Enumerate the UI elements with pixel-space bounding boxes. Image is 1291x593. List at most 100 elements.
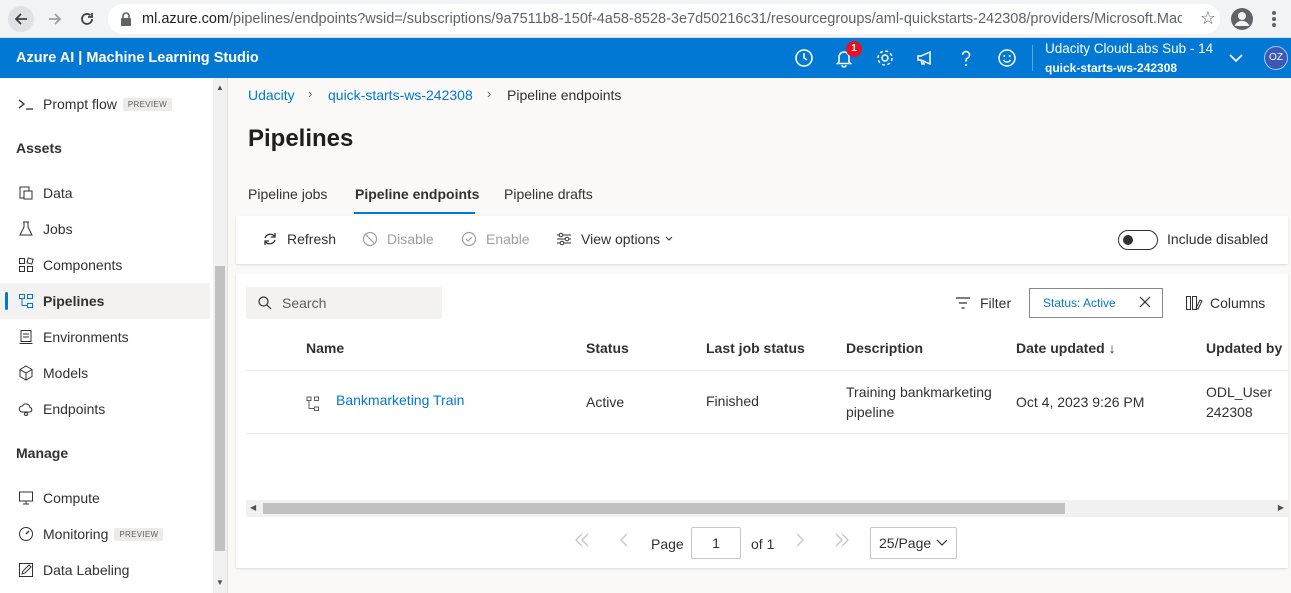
- horizontal-scrollbar[interactable]: ◀ ▶: [246, 500, 1288, 517]
- url-path: /pipelines/endpoints?wsid=/subscriptions…: [229, 11, 1182, 27]
- sidebar-item-endpoints[interactable]: Endpoints: [0, 391, 210, 427]
- scrollbar-thumb[interactable]: [215, 266, 225, 551]
- next-page-icon[interactable]: [790, 530, 810, 550]
- sidebar-item-models[interactable]: Models: [0, 355, 210, 391]
- column-header-description[interactable]: Description: [846, 340, 923, 356]
- sidebar-item-label: Monitoring: [43, 526, 109, 542]
- column-header-date-updated[interactable]: Date updated ↓: [1016, 340, 1116, 356]
- sidebar-item-label: Components: [43, 257, 123, 273]
- scroll-right-arrow-icon[interactable]: ▶: [1278, 503, 1284, 512]
- tab-pipeline-endpoints[interactable]: Pipeline endpoints: [355, 186, 479, 202]
- sidebar-scrollbar[interactable]: ▲ ▼: [213, 78, 227, 593]
- components-grid-icon: [17, 256, 35, 274]
- sidebar-heading-assets: Assets: [16, 140, 62, 156]
- app-title[interactable]: Azure AI | Machine Learning Studio: [16, 50, 259, 66]
- sidebar-item-label: Pipelines: [43, 293, 105, 309]
- sidebar-item-compute[interactable]: Compute: [0, 480, 210, 516]
- page-label: Page: [651, 536, 684, 552]
- last-page-icon[interactable]: [832, 530, 852, 550]
- sidebar-item-environments[interactable]: Environments: [0, 319, 210, 355]
- filter-label: Filter: [980, 295, 1012, 311]
- page-count-label: of 1: [751, 536, 775, 552]
- filter-button[interactable]: Filter: [955, 295, 1011, 311]
- feedback-megaphone-icon[interactable]: [915, 48, 935, 68]
- header-divider: [1032, 45, 1033, 71]
- first-page-icon[interactable]: [572, 530, 592, 550]
- include-disabled-toggle[interactable]: [1118, 230, 1158, 250]
- row-last-job-status: Finished: [706, 393, 759, 409]
- check-circle-icon: [461, 231, 477, 247]
- bookmark-star-icon[interactable]: ☆: [1200, 8, 1216, 29]
- column-header-name[interactable]: Name: [306, 340, 344, 356]
- filter-icon: [956, 297, 970, 309]
- previous-page-icon[interactable]: [614, 530, 634, 550]
- flask-icon: [17, 220, 35, 238]
- profile-icon[interactable]: [1230, 7, 1254, 31]
- address-bar[interactable]: ml.azure.com/pipelines/endpoints?wsid=/s…: [108, 4, 1220, 34]
- refresh-icon: [262, 231, 278, 247]
- column-header-status[interactable]: Status: [586, 340, 629, 356]
- scroll-down-arrow-icon[interactable]: ▼: [216, 578, 224, 587]
- sidebar-item-data-labeling[interactable]: Data Labeling: [0, 552, 210, 588]
- sidebar-item-components[interactable]: Components: [0, 247, 210, 283]
- disable-label: Disable: [387, 231, 434, 247]
- scroll-left-arrow-icon[interactable]: ◀: [250, 503, 256, 512]
- refresh-button[interactable]: Refresh: [262, 231, 336, 247]
- subscription-name[interactable]: Udacity CloudLabs Sub - 14: [1045, 41, 1213, 56]
- sidebar-item-label: Environments: [43, 329, 129, 345]
- sidebar-item-label: Prompt flow: [43, 96, 117, 112]
- workspace-name[interactable]: quick-starts-ws-242308: [1045, 61, 1177, 75]
- left-nav: Prompt flow PREVIEW Assets Data Jobs Com…: [0, 78, 228, 593]
- prompt-flow-icon: [17, 95, 35, 113]
- sidebar-item-pipelines[interactable]: Pipelines: [0, 283, 210, 319]
- chevron-down-icon[interactable]: [1226, 48, 1246, 68]
- breadcrumb-udacity[interactable]: Udacity: [248, 87, 295, 103]
- user-avatar[interactable]: OZ: [1264, 46, 1288, 70]
- history-clock-icon[interactable]: [794, 48, 814, 68]
- search-input[interactable]: [282, 295, 432, 311]
- tab-pipeline-drafts[interactable]: Pipeline drafts: [504, 186, 593, 202]
- columns-button[interactable]: Columns: [1185, 295, 1265, 311]
- forward-arrow-icon[interactable]: [42, 6, 68, 32]
- smiley-feedback-icon[interactable]: [997, 48, 1017, 68]
- help-question-icon[interactable]: [956, 48, 976, 68]
- search-box[interactable]: [246, 287, 442, 319]
- header-divider: [246, 370, 1288, 371]
- columns-icon: [1186, 296, 1203, 310]
- sidebar-item-prompt-flow[interactable]: Prompt flow PREVIEW: [0, 86, 210, 122]
- enable-button[interactable]: Enable: [461, 231, 530, 247]
- active-tab-indicator: [354, 212, 475, 214]
- page-number-input[interactable]: [691, 527, 741, 559]
- breadcrumb-workspace[interactable]: quick-starts-ws-242308: [328, 87, 473, 103]
- settings-gear-icon[interactable]: [875, 48, 895, 68]
- row-description-line1: Training bankmarketing: [846, 384, 992, 400]
- cube-icon: [17, 364, 35, 382]
- url-host: ml.azure.com: [142, 11, 230, 27]
- more-menu-icon[interactable]: [1268, 7, 1280, 31]
- page-size-dropdown[interactable]: 25/Page: [870, 527, 957, 559]
- sidebar-item-label: Jobs: [43, 221, 73, 237]
- tab-pipeline-jobs[interactable]: Pipeline jobs: [248, 186, 327, 202]
- back-arrow-icon[interactable]: [8, 6, 34, 32]
- status-filter-pill[interactable]: Status: Active: [1029, 288, 1163, 318]
- endpoints-table-card: Filter Status: Active Columns Name Statu…: [236, 274, 1288, 568]
- sidebar-item-jobs[interactable]: Jobs: [0, 211, 210, 247]
- close-icon[interactable]: [1138, 295, 1152, 309]
- sidebar-item-data[interactable]: Data: [0, 175, 210, 211]
- sidebar-item-label: Models: [43, 365, 89, 381]
- page-title: Pipelines: [248, 125, 354, 152]
- sidebar-item-monitoring[interactable]: Monitoring PREVIEW: [0, 516, 210, 552]
- reload-icon[interactable]: [74, 6, 100, 32]
- pipeline-icon: [306, 396, 319, 411]
- scrollbar-thumb[interactable]: [263, 503, 1065, 514]
- disable-button[interactable]: Disable: [362, 231, 434, 247]
- compute-monitor-icon: [17, 489, 35, 507]
- environment-icon: [17, 328, 35, 346]
- preview-badge: PREVIEW: [122, 97, 172, 111]
- row-name-link[interactable]: Bankmarketing Train: [336, 390, 464, 410]
- view-options-button[interactable]: View options: [556, 231, 673, 247]
- column-header-updated-by[interactable]: Updated by: [1206, 340, 1282, 356]
- breadcrumb-chevron-icon: ›: [487, 86, 492, 101]
- scroll-up-arrow-icon[interactable]: ▲: [216, 83, 224, 92]
- column-header-last-job-status[interactable]: Last job status: [706, 340, 805, 356]
